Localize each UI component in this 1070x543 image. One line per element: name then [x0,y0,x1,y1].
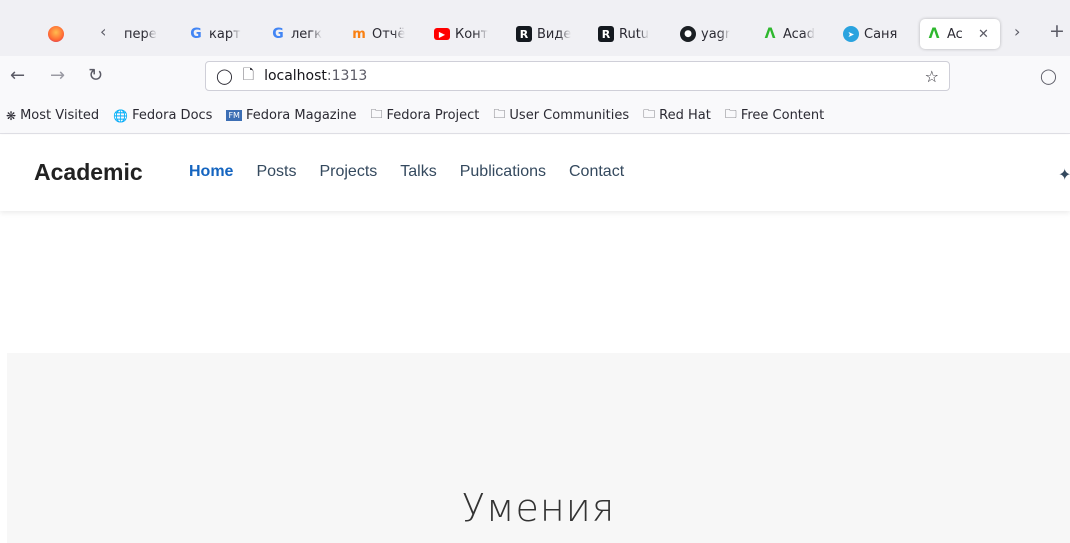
telegram-icon: ➤ [843,26,859,42]
site-navbar: Academic Home Posts Projects Talks Publi… [0,135,1070,211]
tab-6[interactable]: R Виде [516,19,578,49]
tab-2[interactable]: G карт [188,19,250,49]
back-icon[interactable]: ← [10,65,25,86]
menu-projects[interactable]: Projects [319,163,377,181]
navigation-bar: ← → ↻ ◯ 🗋 localhost:1313 ☆ ◯ [0,56,1070,98]
section-title: Умения [461,486,616,530]
bookmark-free-content[interactable]: 🗀 Free Content [725,105,824,126]
tab-10[interactable]: ➤ Саня [843,19,913,49]
page-content: Academic Home Posts Projects Talks Publi… [0,135,1070,543]
folder-icon: 🗀 [493,107,506,121]
tab-1[interactable]: пере [124,19,169,49]
bookmark-fedora-docs[interactable]: 🌐 Fedora Docs [113,108,212,123]
bookmark-label: Most Visited [20,108,100,123]
folder-icon: 🗀 [724,107,737,121]
bookmark-label: Free Content [740,108,825,123]
fedora-magazine-icon: FM [226,110,242,121]
tab-label: Саня [864,26,898,42]
bookmark-label: Fedora Project [386,108,480,123]
youtube-icon: ▶ [434,28,450,40]
bookmark-star-icon[interactable]: ☆ [925,67,939,86]
page-icon[interactable]: 🗋 [243,64,254,88]
forward-icon[interactable]: → [50,65,65,86]
pocket-icon[interactable]: ◯ [1040,67,1057,85]
new-tab-icon[interactable]: + [1049,20,1065,42]
tab-label: легк [291,26,322,42]
bookmark-label: User Communities [509,108,630,123]
moodle-icon: m [352,26,366,42]
folder-icon: 🗀 [643,107,656,121]
google-icon: G [272,26,284,42]
skills-section: Умения [7,353,1070,543]
close-tab-icon[interactable]: ✕ [978,27,989,42]
tab-7[interactable]: R Rutu [598,19,660,49]
bookmark-label: Fedora Magazine [245,108,357,123]
menu-home[interactable]: Home [189,163,233,181]
site-menu: Home Posts Projects Talks Publications C… [189,163,624,181]
menu-contact[interactable]: Contact [569,163,624,181]
reload-icon[interactable]: ↻ [88,65,103,86]
tab-9[interactable]: Λ Acad [762,19,824,49]
site-brand[interactable]: Academic [34,159,143,186]
tab-label: пере [124,26,157,42]
tab-3[interactable]: G легк [270,19,332,49]
gear-icon: ❋ [6,108,17,123]
twitter-icon[interactable]: ✦ [1058,165,1070,185]
folder-icon: 🗀 [370,107,383,121]
tab-label: Отчё [372,26,406,42]
menu-posts[interactable]: Posts [256,163,296,181]
academic-icon: Λ [764,26,776,42]
bookmarks-toolbar: ❋ Most Visited 🌐 Fedora Docs FM Fedora M… [0,98,1070,134]
tab-label: yagr [701,26,731,42]
tab-scroll-right-icon[interactable]: › [1014,22,1020,41]
address-bar[interactable]: ◯ 🗋 localhost:1313 ☆ [205,61,950,91]
tab-label: Конт [455,26,489,42]
bookmark-fedora-magazine[interactable]: FM Fedora Magazine [226,108,356,123]
tab-label: Ac [947,26,963,42]
menu-publications[interactable]: Publications [460,163,546,181]
google-icon: G [190,26,202,42]
firefox-icon[interactable] [48,26,64,42]
tab-scroll-left-icon[interactable]: ‹ [100,22,106,41]
tab-label: Rutu [619,26,650,42]
shield-icon[interactable]: ◯ [216,67,233,85]
academic-icon: Λ [928,26,940,42]
bookmark-label: Fedora Docs [132,108,213,123]
tab-active[interactable]: Λ Ac ✕ [920,19,1000,49]
url-port: :1313 [326,68,368,84]
tab-4[interactable]: m Отчё [351,19,413,49]
rutube-icon: R [598,26,614,42]
tab-label: карт [209,26,241,42]
tab-label: Виде [537,26,572,42]
bookmark-user-communities[interactable]: 🗀 User Communities [493,105,629,126]
tab-label: Acad [783,26,816,42]
url-host: localhost [264,68,327,84]
tab-5[interactable]: ▶ Конт [434,19,496,49]
tab-8[interactable]: ● yagr [680,19,742,49]
tab-strip: ‹ пере G карт G легк m Отчё ▶ Конт R Вид… [0,0,1070,56]
bookmark-most-visited[interactable]: ❋ Most Visited [6,108,99,123]
globe-icon: 🌐 [113,108,129,123]
bookmark-label: Red Hat [659,108,711,123]
bookmark-red-hat[interactable]: 🗀 Red Hat [643,105,711,126]
rutube-icon: R [516,26,532,42]
github-icon: ● [680,26,696,42]
menu-talks[interactable]: Talks [400,163,436,181]
bookmark-fedora-project[interactable]: 🗀 Fedora Project [370,105,479,126]
